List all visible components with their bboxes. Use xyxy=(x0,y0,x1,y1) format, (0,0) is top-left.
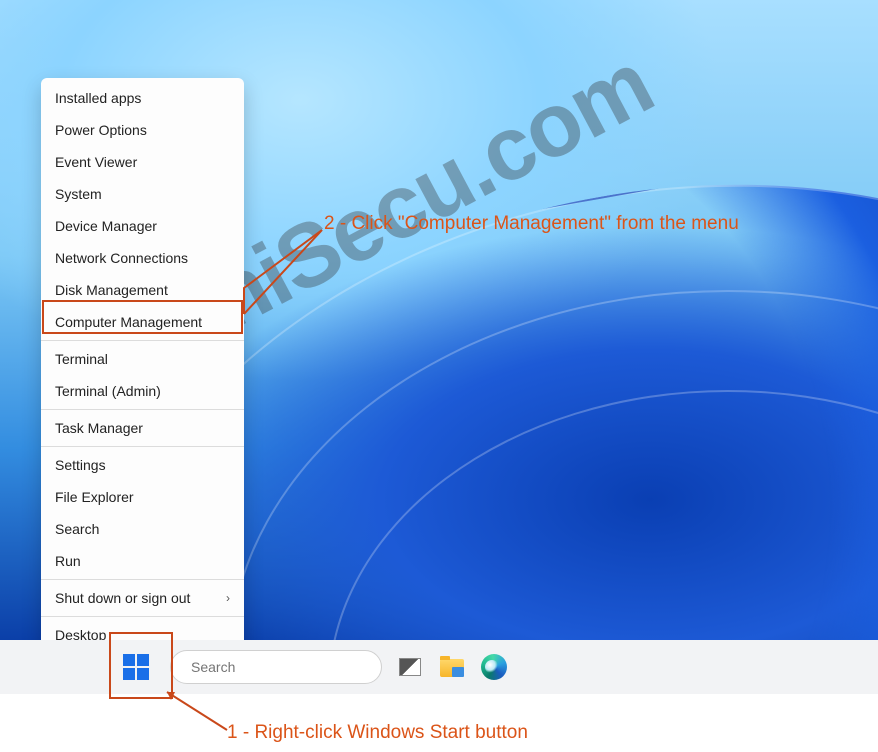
menu-item-terminal-admin-[interactable]: Terminal (Admin) xyxy=(41,375,244,407)
menu-item-network-connections[interactable]: Network Connections xyxy=(41,242,244,274)
edge-browser-button[interactable] xyxy=(480,653,508,681)
menu-item-search[interactable]: Search xyxy=(41,513,244,545)
menu-item-shut-down-or-sign-out[interactable]: Shut down or sign out › xyxy=(41,582,244,614)
menu-item-terminal[interactable]: Terminal xyxy=(41,343,244,375)
menu-separator xyxy=(41,616,244,617)
menu-item-task-manager[interactable]: Task Manager xyxy=(41,412,244,444)
menu-separator xyxy=(41,579,244,580)
start-button[interactable] xyxy=(116,647,156,687)
menu-item-label: Event Viewer xyxy=(55,154,137,170)
folder-icon xyxy=(440,659,464,677)
menu-item-label: System xyxy=(55,186,102,202)
task-view-icon xyxy=(399,658,421,676)
menu-item-label: Task Manager xyxy=(55,420,143,436)
menu-item-label: Installed apps xyxy=(55,90,141,106)
taskbar xyxy=(0,640,878,694)
menu-item-label: Disk Management xyxy=(55,282,168,298)
search-input[interactable] xyxy=(191,659,372,675)
menu-item-system[interactable]: System xyxy=(41,178,244,210)
menu-separator xyxy=(41,446,244,447)
menu-item-label: Device Manager xyxy=(55,218,157,234)
menu-item-file-explorer[interactable]: File Explorer xyxy=(41,481,244,513)
menu-item-settings[interactable]: Settings xyxy=(41,449,244,481)
menu-item-label: Terminal xyxy=(55,351,108,367)
annotation-step1: 1 - Right-click Windows Start button xyxy=(227,722,528,744)
edge-icon xyxy=(481,654,507,680)
search-box[interactable] xyxy=(170,650,382,684)
callout-arrow-step1 xyxy=(155,688,235,738)
file-explorer-button[interactable] xyxy=(438,653,466,681)
menu-item-event-viewer[interactable]: Event Viewer xyxy=(41,146,244,178)
menu-item-label: Power Options xyxy=(55,122,147,138)
menu-item-label: File Explorer xyxy=(55,489,134,505)
menu-item-label: Settings xyxy=(55,457,106,473)
menu-item-power-options[interactable]: Power Options xyxy=(41,114,244,146)
menu-item-label: Shut down or sign out xyxy=(55,590,190,606)
annotation-step2: 2 - Click "Computer Management" from the… xyxy=(324,213,739,235)
windows-logo-icon xyxy=(123,654,149,680)
menu-item-disk-management[interactable]: Disk Management xyxy=(41,274,244,306)
task-view-button[interactable] xyxy=(396,653,424,681)
menu-item-label: Computer Management xyxy=(55,314,202,330)
menu-item-label: Run xyxy=(55,553,81,569)
menu-item-computer-management[interactable]: Computer Management xyxy=(41,306,244,338)
start-context-menu: Installed apps Power Options Event Viewer S… xyxy=(41,78,244,655)
menu-separator xyxy=(41,340,244,341)
menu-item-label: Network Connections xyxy=(55,250,188,266)
menu-item-installed-apps[interactable]: Installed apps xyxy=(41,82,244,114)
menu-item-label: Search xyxy=(55,521,99,537)
menu-item-run[interactable]: Run xyxy=(41,545,244,577)
menu-separator xyxy=(41,409,244,410)
menu-item-label: Terminal (Admin) xyxy=(55,383,161,399)
menu-item-device-manager[interactable]: Device Manager xyxy=(41,210,244,242)
chevron-right-icon: › xyxy=(226,590,230,606)
